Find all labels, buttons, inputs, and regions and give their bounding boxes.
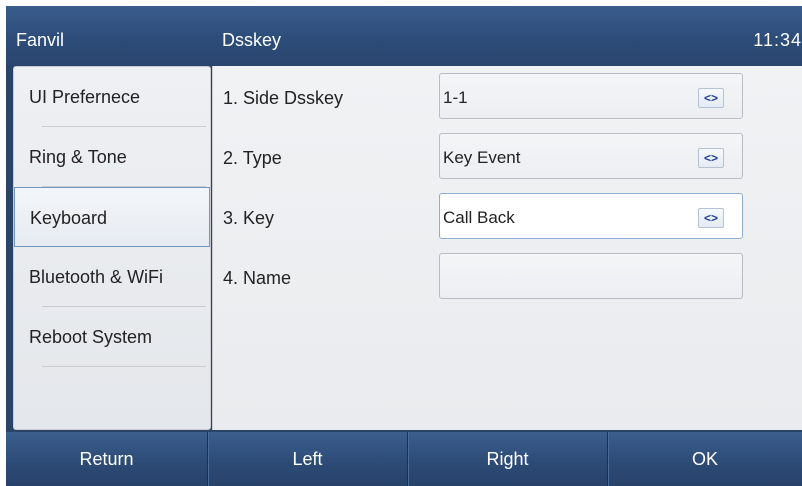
setting-label: 2. Type <box>223 148 282 168</box>
title-bar: Fanvil Dsskey 11:34 <box>6 6 802 66</box>
field-value: Call Back <box>443 208 515 227</box>
setting-label: 1. Side Dsskey <box>223 88 344 108</box>
field-value: 1-1 <box>443 88 468 107</box>
field-value: Key Event <box>443 148 521 167</box>
return-button[interactable]: Return <box>6 432 208 486</box>
dsskey-settings-panel: 1. Side Dsskey 1-1 <> 2. Type Key Event … <box>212 66 802 430</box>
sidebar-item-bluetooth-wifi[interactable]: Bluetooth & WiFi <box>14 247 210 307</box>
sidebar-item-ring-tone[interactable]: Ring & Tone <box>14 127 210 187</box>
left-right-arrows-icon[interactable]: <> <box>698 208 724 228</box>
sidebar-item-keyboard[interactable]: Keyboard <box>14 187 210 247</box>
sidebar-divider <box>42 366 206 367</box>
settings-sidebar: UI Prefernece Ring & Tone Keyboard Bluet… <box>13 66 211 430</box>
sidebar-item-label: Bluetooth & WiFi <box>29 267 164 287</box>
sidebar-item-label: Ring & Tone <box>29 147 127 167</box>
side-dsskey-select[interactable]: 1-1 <> <box>439 73 743 119</box>
left-right-arrows-icon[interactable]: <> <box>698 148 724 168</box>
setting-row-type: 2. Type Key Event <> <box>213 126 802 186</box>
type-select[interactable]: Key Event <> <box>439 133 743 179</box>
ok-button[interactable]: OK <box>608 432 802 486</box>
setting-row-name: 4. Name <box>213 246 802 306</box>
phone-screen: Fanvil Dsskey 11:34 UI Prefernece Ring &… <box>6 6 802 486</box>
sidebar-item-ui-preference[interactable]: UI Prefernece <box>14 67 210 127</box>
softkey-bar: Return Left Right OK <box>6 432 802 486</box>
sidebar-item-label: Keyboard <box>30 208 108 228</box>
left-right-arrows-icon[interactable]: <> <box>698 88 724 108</box>
setting-label: 3. Key <box>223 208 275 228</box>
clock-time: 11:34 <box>753 30 802 50</box>
sidebar-item-reboot-system[interactable]: Reboot System <box>14 307 210 367</box>
brand-label: Fanvil <box>16 30 65 50</box>
name-input[interactable] <box>439 253 743 299</box>
left-button[interactable]: Left <box>208 432 408 486</box>
setting-label: 4. Name <box>223 268 292 288</box>
right-button[interactable]: Right <box>408 432 608 486</box>
sidebar-item-label: Reboot System <box>29 327 153 347</box>
key-select[interactable]: Call Back <> <box>439 193 743 239</box>
sidebar-item-label: UI Prefernece <box>29 87 141 107</box>
setting-row-side-dsskey: 1. Side Dsskey 1-1 <> <box>213 66 802 126</box>
setting-row-key: 3. Key Call Back <> <box>213 186 802 246</box>
page-title: Dsskey <box>222 30 282 50</box>
